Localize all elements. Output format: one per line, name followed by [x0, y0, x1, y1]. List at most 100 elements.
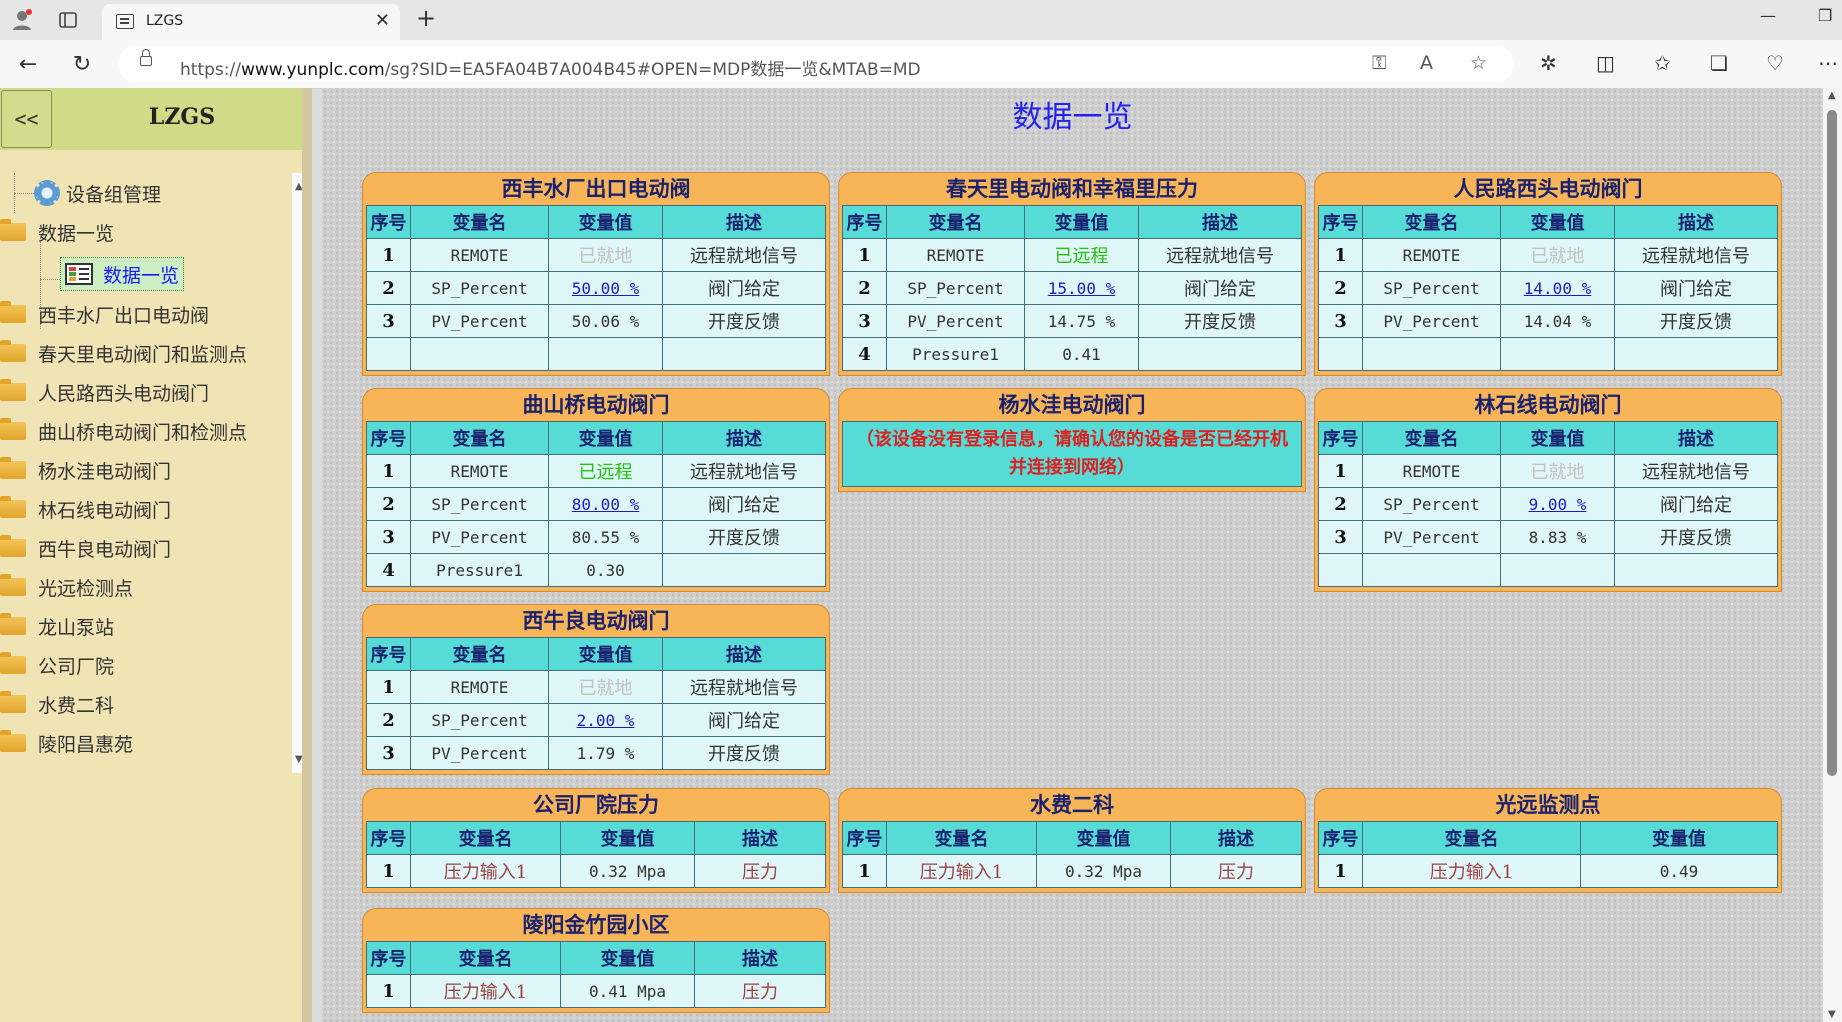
col-header: 序号 [1318, 205, 1363, 239]
close-tab-icon[interactable]: ✕ [375, 10, 390, 31]
data-table: 序号 变量名 变量值 描述 1 REMOTE 已就地 远程就地信号 2 SP_Percent 2… [366, 637, 826, 770]
table-row: 1 压力输入1 0.49 [1318, 854, 1778, 888]
key-icon[interactable]: ⚿ [1372, 52, 1386, 74]
url-input[interactable]: https://www.yunplc.com/sg?SID=EA5FA04B7A… [118, 46, 1514, 82]
col-header: 变量值 [1500, 421, 1615, 455]
setpoint-link[interactable]: 2.00 % [577, 711, 635, 730]
device-panel: 春天里电动阀和幸福里压力 序号 变量名 变量值 描述 1 REMOTE 已远程 远程就地信号… [838, 172, 1306, 376]
table-row: 2 SP_Percent 80.00 % 阀门给定 [366, 487, 826, 521]
table-row: 1 REMOTE 已就地 远程就地信号 [1318, 454, 1778, 488]
col-header: 序号 [366, 205, 411, 239]
table-row: 4 Pressure1 0.41 [842, 337, 1302, 371]
table-row: 1 REMOTE 已远程 远程就地信号 [366, 454, 826, 488]
tree-item-device[interactable]: 龙山泵站 [0, 609, 114, 643]
col-header: 变量值 [1580, 821, 1778, 855]
tree-item-device[interactable]: 陵阳昌惠苑 [0, 726, 133, 760]
tree-item-data-overview[interactable]: 数据一览 [0, 215, 114, 249]
setpoint-link[interactable]: 50.00 % [572, 279, 639, 298]
device-panel: 西牛良电动阀门 序号 变量名 变量值 描述 1 REMOTE 已就地 远程就地信号 2 SP_… [362, 604, 830, 775]
collapse-sidebar-button[interactable]: << [1, 90, 52, 148]
table-row: 2 SP_Percent 9.00 % 阀门给定 [1318, 487, 1778, 521]
read-aloud-icon[interactable]: A [1420, 52, 1433, 74]
tree-item-device[interactable]: 人民路西头电动阀门 [0, 375, 209, 409]
col-header: 变量名 [1362, 421, 1501, 455]
folder-icon [0, 379, 26, 401]
tree-item-device[interactable]: 林石线电动阀门 [0, 492, 171, 526]
main-scrollbar[interactable]: ▲ ▼ [1823, 88, 1842, 1022]
table-row: 3 PV_Percent 14.75 % 开度反馈 [842, 304, 1302, 338]
remote-state-value: 已就地 [548, 670, 663, 704]
collections-icon[interactable]: ❏ [1710, 51, 1728, 75]
col-header: 变量值 [1036, 821, 1171, 855]
tree-item-device[interactable]: 光远检测点 [0, 570, 133, 604]
browser-essentials-icon[interactable]: ♡ [1766, 51, 1784, 75]
folder-icon [0, 457, 26, 479]
col-header: 变量名 [410, 637, 549, 671]
device-panel: 陵阳金竹园小区 序号 变量名 变量值 描述 1 压力输入1 0.41 Mpa 压力 [362, 908, 830, 1013]
site-name: LZGS [148, 104, 216, 130]
col-header: 变量值 [548, 205, 663, 239]
new-tab-icon[interactable]: + [416, 4, 436, 32]
data-table: 序号 变量名 变量值 描述 1 REMOTE 已就地 远程就地信号 2 SP_Percent 5… [366, 205, 826, 371]
col-header: 变量名 [886, 821, 1037, 855]
tree-item-device[interactable]: 西丰水厂出口电动阀 [0, 297, 209, 331]
tree-item-device[interactable]: 公司厂院 [0, 648, 114, 682]
col-header: 序号 [366, 821, 411, 855]
col-header: 序号 [842, 205, 887, 239]
table-row: 3 PV_Percent 14.04 % 开度反馈 [1318, 304, 1778, 338]
back-icon[interactable]: ← [14, 50, 42, 78]
device-panel: 曲山桥电动阀门 序号 变量名 变量值 描述 1 REMOTE 已远程 远程就地信号 2 SP_… [362, 388, 830, 592]
split-screen-icon[interactable]: ◫ [1596, 51, 1615, 75]
setpoint-link[interactable]: 14.00 % [1524, 279, 1591, 298]
folder-icon [0, 418, 26, 440]
tree-item-device[interactable]: 水费二科 [0, 687, 114, 721]
col-header: 描述 [1614, 421, 1778, 455]
browser-tab[interactable]: LZGS ✕ [102, 4, 400, 40]
col-header: 序号 [366, 637, 411, 671]
device-panel: 人民路西头电动阀门 序号 变量名 变量值 描述 1 REMOTE 已就地 远程就地信号 2S… [1314, 172, 1782, 376]
main-content: 数据一览 西丰水厂出口电动阀 序号 变量名 变量值 描述 1 REMOTE 已就地 远程就地… [322, 88, 1823, 1022]
favorites-icon[interactable]: ✩ [1654, 51, 1671, 75]
table-row: 4 Pressure1 0.30 [366, 553, 826, 587]
remote-state-value: 已远程 [548, 454, 663, 488]
panel-title: 光远监测点 [1495, 792, 1601, 817]
lock-icon[interactable] [140, 49, 152, 66]
refresh-icon[interactable]: ↻ [68, 50, 96, 78]
setpoint-link[interactable]: 80.00 % [572, 495, 639, 514]
panel-title: 林石线电动阀门 [1474, 392, 1622, 417]
panel-title: 西牛良电动阀门 [522, 608, 670, 633]
tab-actions-icon[interactable] [56, 8, 80, 32]
device-tree: 设备组管理 数据一览 数据一览 西丰水厂出口电动阀 春天里电动阀门和监测点 人民… [0, 173, 292, 773]
sidebar-divider[interactable] [302, 88, 312, 1022]
tree-item-device[interactable]: 曲山桥电动阀门和检测点 [0, 414, 247, 448]
tree-item-data-overview-page[interactable]: 数据一览 [60, 257, 185, 291]
col-header: 描述 [662, 421, 826, 455]
tree-item-device[interactable]: 杨水洼电动阀门 [0, 453, 171, 487]
remote-state-value: 已就地 [1500, 454, 1615, 488]
tree-item-device[interactable]: 西牛良电动阀门 [0, 531, 171, 565]
url-text: https://www.yunplc.com/sg?SID=EA5FA04B7A… [180, 60, 921, 80]
col-header: 描述 [694, 821, 826, 855]
profile-icon[interactable] [10, 8, 34, 32]
tree-item-group-management[interactable]: 设备组管理 [34, 176, 161, 210]
setpoint-link[interactable]: 15.00 % [1048, 279, 1115, 298]
scroll-up-icon[interactable]: ▲ [1828, 90, 1836, 101]
tree-item-device[interactable]: 春天里电动阀门和监测点 [0, 336, 247, 370]
col-header: 变量值 [548, 637, 663, 671]
col-header: 变量值 [560, 821, 695, 855]
setpoint-link[interactable]: 9.00 % [1529, 495, 1587, 514]
col-header: 变量名 [1362, 821, 1581, 855]
minimize-icon[interactable]: — [1760, 6, 1776, 25]
scroll-down-icon[interactable]: ▼ [1828, 1009, 1836, 1020]
scrollbar-thumb[interactable] [1827, 110, 1837, 776]
folder-icon [0, 340, 26, 362]
table-row: 2 SP_Percent 2.00 % 阀门给定 [366, 703, 826, 737]
favorite-star-icon[interactable]: ☆ [1470, 52, 1487, 74]
col-header: 变量名 [1362, 205, 1501, 239]
restore-icon[interactable]: ❐ [1818, 6, 1832, 25]
table-row: 1 REMOTE 已远程 远程就地信号 [842, 238, 1302, 272]
extensions-icon[interactable]: ✲ [1540, 51, 1557, 75]
more-menu-icon[interactable]: ⋯ [1818, 51, 1838, 75]
table-row: 1 REMOTE 已就地 远程就地信号 [366, 238, 826, 272]
remote-state-value: 已远程 [1024, 238, 1139, 272]
